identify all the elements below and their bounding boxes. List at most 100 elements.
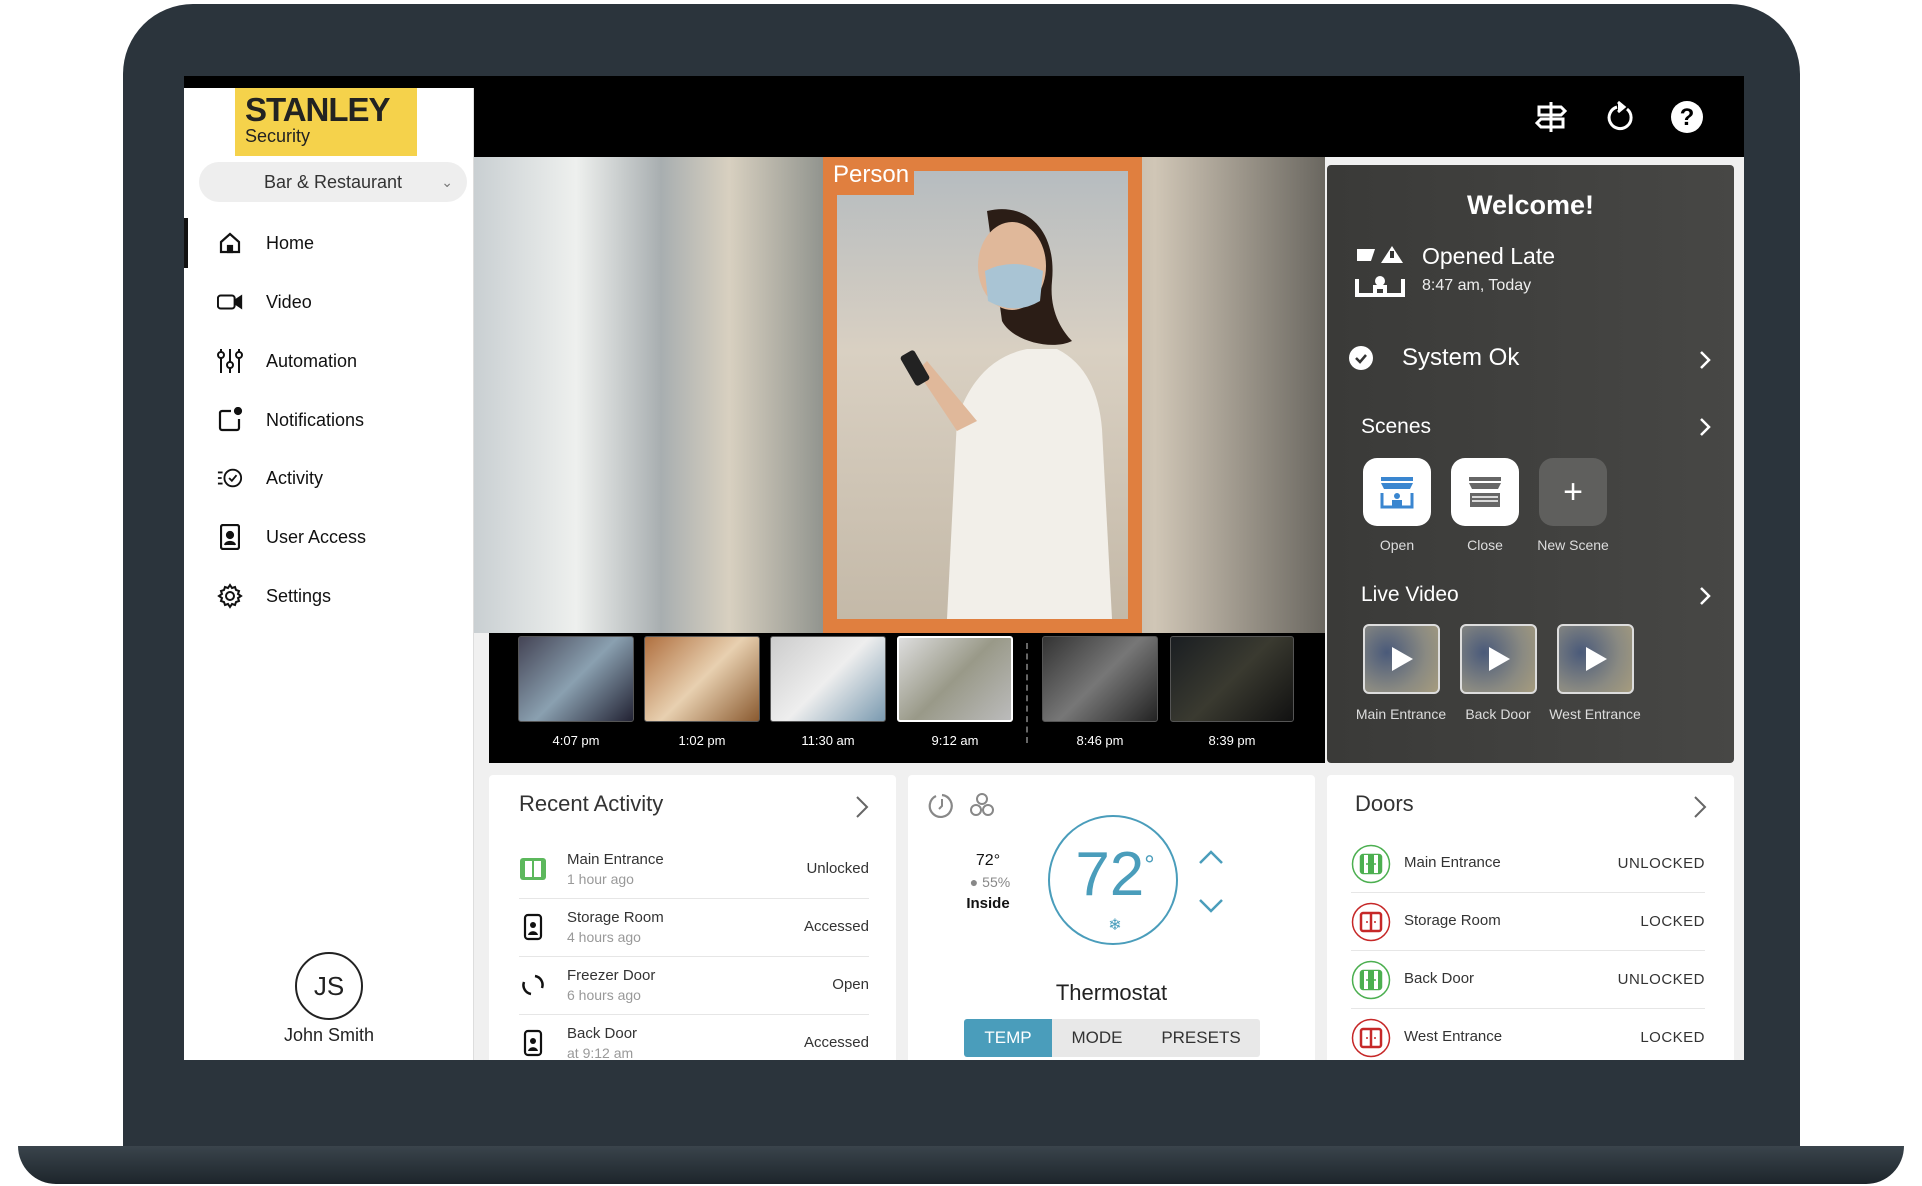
- live-video-thumbnail[interactable]: [1460, 624, 1537, 694]
- setpoint-value: 72: [1075, 840, 1145, 909]
- live-video-thumbnail[interactable]: [1363, 624, 1440, 694]
- video-frame: [837, 171, 1128, 619]
- event-thumbnail[interactable]: [1042, 636, 1158, 722]
- door-row[interactable]: Main Entrance UNLOCKED: [1351, 835, 1705, 893]
- live-video-heading: Live Video: [1361, 583, 1459, 606]
- sidebar-item-activity[interactable]: Activity: [184, 453, 474, 503]
- schedule-icon[interactable]: [928, 791, 956, 819]
- welcome-title: Welcome!: [1466, 190, 1595, 220]
- live-video-label: Back Door: [1465, 706, 1531, 722]
- door-name: Back Door: [1404, 970, 1475, 987]
- person-detection-box: Person: [823, 157, 1142, 633]
- door-name: West Entrance: [1404, 1028, 1503, 1045]
- activity-icon: [217, 465, 243, 491]
- play-icon: [1488, 647, 1510, 671]
- notification-icon: [217, 407, 243, 433]
- live-video-label: Main Entrance: [1355, 706, 1447, 722]
- system-status: System Ok: [1402, 344, 1520, 371]
- card-title: Recent Activity: [519, 791, 664, 816]
- open-sensor-icon: [522, 974, 544, 996]
- sidebar-item-settings[interactable]: Settings: [184, 571, 474, 621]
- humidity: ● 55%: [958, 874, 1022, 890]
- gear-icon: [217, 583, 243, 609]
- inside-label: Inside: [966, 895, 1010, 912]
- sidebar-item-label: Automation: [266, 350, 358, 371]
- sidebar-item-label: Notifications: [266, 409, 365, 430]
- sidebar-item-automation[interactable]: Automation: [184, 336, 474, 386]
- chevron-right-icon[interactable]: [1695, 417, 1715, 437]
- help-icon[interactable]: ?: [1670, 100, 1704, 134]
- sidebar-item-label: Activity: [266, 467, 324, 488]
- chevron-right-icon[interactable]: [854, 795, 870, 819]
- activity-status: Open: [832, 976, 869, 993]
- stanley-logo: STANLEY Security: [235, 88, 417, 156]
- sidebar-item-label: Home: [266, 232, 315, 253]
- avatar[interactable]: JS: [295, 952, 363, 1020]
- tab-temp[interactable]: TEMP: [964, 1019, 1052, 1057]
- system-status-row[interactable]: System Ok: [1347, 335, 1717, 379]
- event-thumbnail[interactable]: [518, 636, 634, 722]
- sidebar-item-notifications[interactable]: Notifications: [184, 395, 474, 445]
- svg-text:?: ?: [1680, 104, 1695, 131]
- detection-label: Person: [823, 157, 914, 195]
- main-video-feed[interactable]: Person: [474, 157, 1325, 633]
- sidebar-item-label: Video: [266, 291, 312, 312]
- badge-icon: [523, 913, 543, 941]
- sidebar-item-video[interactable]: Video: [184, 277, 474, 327]
- scene-label: Close: [1467, 537, 1503, 553]
- badge-icon: [217, 524, 243, 550]
- door-lock-icon: [1351, 844, 1391, 884]
- activity-row[interactable]: Storage Room 4 hours ago Accessed: [519, 899, 869, 957]
- thermostat-card: 72° ● 55% Inside 72° ❄ Thermostat TEMP M…: [908, 775, 1315, 1060]
- chevron-right-icon[interactable]: [1695, 586, 1715, 606]
- sidebar: STANLEY Security Bar & Restaurant ⌄ Home…: [184, 88, 474, 1060]
- increase-temp-button[interactable]: [1198, 849, 1224, 865]
- door-name: Storage Room: [1404, 912, 1501, 929]
- door-lock-icon: [1351, 960, 1391, 1000]
- event-thumbnail[interactable]: [770, 636, 886, 722]
- door-row[interactable]: Back Door UNLOCKED: [1351, 951, 1705, 1009]
- thumbnail-time: 8:46 pm: [1076, 733, 1124, 748]
- thermostat-dial[interactable]: 72° ❄: [1048, 815, 1178, 945]
- tab-presets[interactable]: PRESETS: [1142, 1019, 1260, 1057]
- scene-label: Open: [1379, 537, 1415, 553]
- scene-label: New Scene: [1537, 537, 1609, 553]
- door-row[interactable]: West Entrance LOCKED: [1351, 1009, 1705, 1060]
- signpost-icon[interactable]: [1534, 100, 1568, 134]
- tab-mode[interactable]: MODE: [1052, 1019, 1142, 1057]
- fan-icon[interactable]: [968, 791, 996, 819]
- thermostat-title: Thermostat: [1055, 980, 1168, 1005]
- play-icon: [1391, 647, 1413, 671]
- refresh-icon[interactable]: [1603, 100, 1637, 134]
- activity-status: Accessed: [803, 918, 869, 935]
- activity-time: 6 hours ago: [567, 987, 641, 1003]
- thumbnail-time: 1:02 pm: [678, 733, 726, 748]
- chevron-right-icon[interactable]: [1692, 795, 1708, 819]
- activity-row[interactable]: Freezer Door 6 hours ago Open: [519, 957, 869, 1015]
- scene-open-button[interactable]: [1363, 458, 1431, 526]
- thumbnail-time: 11:30 am: [801, 733, 855, 748]
- sidebar-item-home[interactable]: Home: [184, 218, 474, 268]
- event-thumbnail[interactable]: [1170, 636, 1294, 722]
- degree-symbol: °: [1144, 849, 1155, 880]
- scene-close-button[interactable]: [1451, 458, 1519, 526]
- snowflake-icon: ❄: [1108, 917, 1122, 934]
- video-camera-icon: [217, 289, 243, 315]
- sidebar-item-user-access[interactable]: User Access: [184, 512, 474, 562]
- chevron-right-icon[interactable]: [1695, 350, 1715, 370]
- event-thumbnail-selected[interactable]: [897, 636, 1013, 722]
- activity-name: Main Entrance: [567, 851, 664, 868]
- activity-time: 1 hour ago: [567, 871, 634, 887]
- activity-row[interactable]: Main Entrance 1 hour ago Unlocked: [519, 841, 869, 899]
- new-scene-button[interactable]: +: [1539, 458, 1607, 526]
- laptop-base: [18, 1146, 1904, 1184]
- alert-title: Opened Late: [1422, 243, 1556, 269]
- event-thumbnail[interactable]: [644, 636, 760, 722]
- day-divider: [1026, 643, 1028, 743]
- activity-row[interactable]: Back Door at 9:12 am Accessed: [519, 1015, 869, 1060]
- activity-time: at 9:12 am: [567, 1045, 634, 1060]
- location-select[interactable]: Bar & Restaurant ⌄: [199, 162, 467, 202]
- door-row[interactable]: Storage Room LOCKED: [1351, 893, 1705, 951]
- live-video-thumbnail[interactable]: [1557, 624, 1634, 694]
- decrease-temp-button[interactable]: [1198, 898, 1224, 914]
